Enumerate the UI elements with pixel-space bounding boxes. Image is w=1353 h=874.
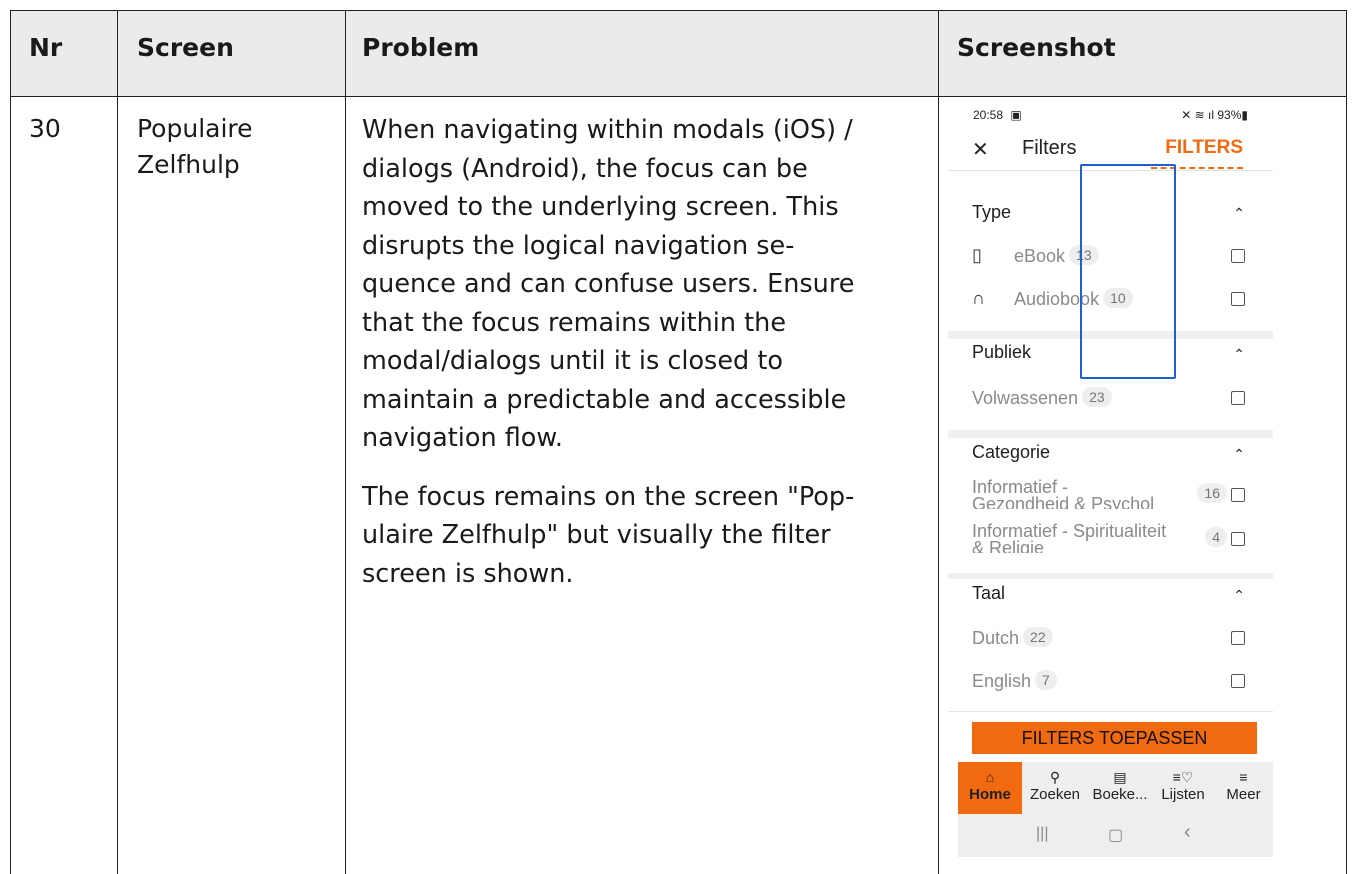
nav-label: Lijsten <box>1161 786 1205 803</box>
column-divider <box>345 11 346 874</box>
section-divider <box>948 573 1273 579</box>
option-label: English 7 <box>972 670 1057 692</box>
notification-icon: ▣ <box>1010 108 1022 122</box>
count-badge: 4 <box>1205 527 1227 547</box>
checkbox[interactable] <box>1231 532 1245 546</box>
problem-line: navigation flow. <box>362 423 564 453</box>
menu-icon: ≡ <box>1239 769 1248 785</box>
nav-label: Home <box>969 786 1011 803</box>
problem-line: The focus remains on the screen "Pop- <box>362 481 855 512</box>
checkbox[interactable] <box>1231 488 1245 502</box>
filter-option-dutch[interactable]: Dutch 22 <box>972 627 1253 653</box>
header-screenshot: Screenshot <box>957 33 1116 62</box>
row-problem: When navigating within modals (iOS) / di… <box>362 111 932 613</box>
nav-label: Zoeken <box>1029 786 1081 803</box>
column-divider <box>938 11 939 874</box>
nav-zoeken[interactable]: ⚲ Zoeken <box>1022 762 1088 814</box>
battery-icon: ▮ <box>1241 108 1248 122</box>
nav-label: Meer <box>1226 786 1261 803</box>
checkbox[interactable] <box>1231 249 1245 263</box>
option-label: Dutch 22 <box>972 627 1053 649</box>
status-time: 20:58 <box>973 108 1004 122</box>
option-label: Informatief - Gezondheid & Psychol <box>972 479 1155 509</box>
header-problem: Problem <box>362 33 480 62</box>
section-title-type: Type <box>972 202 1012 222</box>
chevron-up-icon[interactable]: ⌃ <box>1233 446 1245 463</box>
problem-paragraph-2: The focus remains on the screen "Pop- ul… <box>362 478 932 594</box>
problem-line: ulaire Zelfhulp" but visually the filter <box>362 520 831 550</box>
bottom-navigation: ⌂ Home ⚲ Zoeken ▤ Boeke... ≡♡ Lijsten ≡ … <box>958 762 1273 814</box>
signal-icon: ✕ ≋ ıl <box>1181 108 1218 122</box>
section-title-taal: Taal <box>972 583 1006 603</box>
problem-line: maintain a predictable and accessible <box>362 384 847 415</box>
list-heart-icon: ≡♡ <box>1172 769 1194 785</box>
search-icon: ⚲ <box>1049 769 1061 785</box>
header-nr: Nr <box>29 33 63 62</box>
row-screen: Populaire Zelfhulp <box>137 111 253 183</box>
filter-option-gezondheid[interactable]: Informatief - Gezondheid & Psychol 16 <box>972 479 1253 509</box>
section-title-categorie: Categorie <box>972 442 1051 462</box>
nav-boeken[interactable]: ▤ Boeke... <box>1088 762 1152 814</box>
divider <box>948 711 1273 712</box>
chevron-up-icon[interactable]: ⌃ <box>1233 587 1245 604</box>
status-right: ✕ ≋ ıl 93%▮ <box>1181 108 1248 122</box>
close-icon[interactable]: ✕ <box>972 137 989 162</box>
section-divider <box>948 430 1273 438</box>
focus-indicator <box>1080 164 1176 379</box>
system-navigation-bar: ||| ▢ ‹ <box>958 814 1273 857</box>
chevron-up-icon[interactable]: ⌃ <box>1233 205 1245 222</box>
count-badge: 16 <box>1197 483 1227 503</box>
problem-line: screen is shown. <box>362 558 574 589</box>
problem-paragraph-1: When navigating within modals (iOS) / di… <box>362 111 932 458</box>
count-badge: 22 <box>1023 627 1053 647</box>
checkbox[interactable] <box>1231 674 1245 688</box>
home-icon: ⌂ <box>985 769 995 785</box>
nav-label: Boeke... <box>1092 786 1148 803</box>
problem-line: moved to the underlying screen. This <box>362 192 839 222</box>
checkbox[interactable] <box>1231 631 1245 645</box>
row-nr: 30 <box>29 114 61 143</box>
header-screen: Screen <box>137 33 234 62</box>
filter-option-english[interactable]: English 7 <box>972 670 1253 696</box>
home-button-icon[interactable]: ▢ <box>1108 825 1123 845</box>
row-screen-line: Populaire <box>137 114 253 143</box>
nav-home[interactable]: ⌂ Home <box>958 762 1022 814</box>
option-label: Volwassenen 23 <box>972 387 1112 409</box>
filters-reset-button[interactable]: FILTERS <box>1165 137 1243 159</box>
filter-option-spiritualiteit[interactable]: Informatief - Spiritualiteit & Religie 4 <box>972 523 1253 553</box>
book-icon: ▤ <box>1113 769 1127 785</box>
back-icon[interactable]: ‹ <box>1184 821 1191 844</box>
chevron-up-icon[interactable]: ⌃ <box>1233 346 1245 363</box>
column-divider <box>117 11 118 874</box>
problem-line: dialogs (Android), the focus can be <box>362 153 808 184</box>
count-badge: 7 <box>1035 670 1057 690</box>
section-title-publiek: Publiek <box>972 342 1032 362</box>
filters-title: Filters <box>1022 137 1077 159</box>
option-label: Informatief - Spiritualiteit & Religie <box>972 523 1167 553</box>
checkbox[interactable] <box>1231 391 1245 405</box>
checkbox[interactable] <box>1231 292 1245 306</box>
row-screen-line: Zelfhulp <box>137 150 240 179</box>
phone-screenshot: 20:58 ▣ ✕ ≋ ıl 93%▮ ✕ Filters FILTERS Ty… <box>948 97 1273 857</box>
filter-option-volwassenen[interactable]: Volwassenen 23 <box>972 387 1253 413</box>
problem-line: that the focus remains within the <box>362 307 787 338</box>
recent-apps-icon[interactable]: ||| <box>1036 825 1048 843</box>
problem-line: quence and can confuse users. Ensure <box>362 269 855 299</box>
problem-line: When navigating within modals (iOS) / <box>362 115 853 145</box>
nav-lijsten[interactable]: ≡♡ Lijsten <box>1152 762 1214 814</box>
problem-line: modal/dialogs until it is closed to <box>362 346 783 376</box>
problem-line: disrupts the logical navigation se- <box>362 230 795 261</box>
headphones-icon: ∩ <box>972 288 985 308</box>
status-bar: 20:58 ▣ ✕ ≋ ıl 93%▮ <box>973 108 1248 124</box>
battery-level: 93% <box>1217 108 1242 122</box>
ebook-icon: ▯ <box>972 245 982 265</box>
count-badge: 23 <box>1082 387 1112 407</box>
nav-meer[interactable]: ≡ Meer <box>1214 762 1273 814</box>
apply-filters-button[interactable]: FILTERS TOEPASSEN <box>972 722 1257 754</box>
